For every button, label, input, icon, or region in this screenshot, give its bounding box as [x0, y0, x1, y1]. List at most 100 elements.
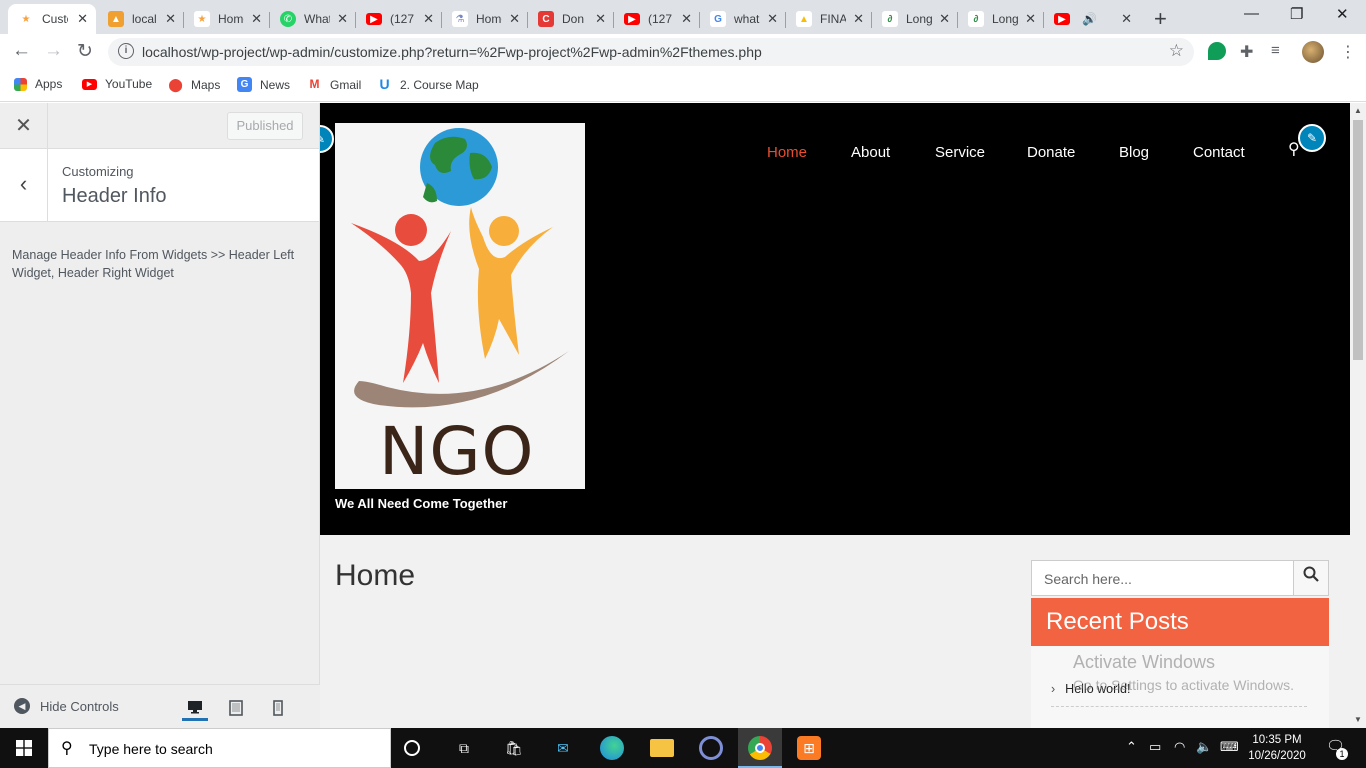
battery-icon[interactable]: ▭	[1149, 739, 1161, 755]
chevron-up-icon[interactable]: ⌃	[1126, 739, 1137, 755]
publish-button[interactable]: Published	[227, 112, 303, 140]
media-queue-icon[interactable]: ≡	[1271, 42, 1289, 60]
chrome-taskbar-button[interactable]	[738, 728, 782, 768]
tab-title: Long	[906, 12, 932, 26]
site-tagline: We All Need Come Together	[335, 496, 508, 511]
chromium-icon[interactable]	[699, 736, 723, 760]
search-input[interactable]: Search here...	[1044, 571, 1132, 587]
recent-posts-header: Recent Posts	[1031, 598, 1329, 646]
close-icon[interactable]: ✕	[853, 11, 864, 27]
close-icon[interactable]: ✕	[337, 11, 348, 27]
xampp-icon[interactable]: ⊞	[797, 736, 821, 760]
tab-whatsapp[interactable]: ✆ What ✕	[270, 4, 356, 34]
bookmark-apps[interactable]: Apps	[14, 77, 62, 91]
bookmark-youtube[interactable]: ▶ YouTube	[82, 77, 152, 91]
close-icon[interactable]: ✕	[251, 11, 262, 27]
tab-customize[interactable]: ★ Custo ✕	[8, 4, 96, 34]
tab-home[interactable]: ★ Home ✕	[184, 4, 270, 34]
nav-donate[interactable]: Donate	[1027, 144, 1075, 161]
nav-contact[interactable]: Contact	[1193, 144, 1245, 161]
menu-kebab-icon[interactable]: ⋮	[1340, 42, 1358, 61]
close-icon[interactable]: ✕	[77, 11, 88, 27]
minimize-button[interactable]: —	[1244, 5, 1259, 22]
search-widget[interactable]: Search here...	[1031, 560, 1329, 596]
nav-home[interactable]: Home	[767, 144, 807, 161]
address-bar[interactable]: i localhost/wp-project/wp-admin/customiz…	[108, 38, 1194, 66]
customizer-footer: ◀ Hide Controls	[0, 684, 320, 728]
taskbar-search[interactable]: ⚲ Type here to search	[48, 728, 391, 768]
task-view-icon[interactable]: ⧉	[452, 736, 476, 760]
tab-gfg-2[interactable]: ∂ Long ✕	[958, 4, 1044, 34]
youtube-icon: ▶	[1054, 13, 1070, 25]
reload-icon[interactable]: ↻	[77, 40, 93, 63]
nav-service[interactable]: Service	[935, 144, 985, 161]
bookmark-course-map[interactable]: U 2. Course Map	[377, 77, 479, 92]
close-window-button[interactable]: ✕	[1336, 5, 1349, 23]
edit-shortcut-menu[interactable]: ✎	[1298, 124, 1326, 152]
divider	[1051, 706, 1307, 707]
info-icon[interactable]: i	[118, 43, 134, 59]
cortana-icon[interactable]	[404, 740, 420, 756]
chrome-icon-center	[755, 743, 765, 753]
scroll-up-arrow-icon[interactable]: ▲	[1354, 106, 1362, 115]
close-icon[interactable]: ✕	[767, 11, 778, 27]
close-icon[interactable]: ✕	[0, 103, 48, 149]
tab-youtube-2[interactable]: ▶ (127 ✕	[614, 4, 700, 34]
extension-green-icon[interactable]	[1208, 42, 1226, 60]
close-icon[interactable]: ✕	[939, 11, 950, 27]
tablet-preview-icon[interactable]	[223, 695, 249, 721]
edge-icon[interactable]	[600, 736, 624, 760]
restore-button[interactable]: ❐	[1290, 5, 1303, 23]
scrollbar-thumb[interactable]	[1353, 120, 1363, 360]
tab-gfg[interactable]: ∂ Long ✕	[872, 4, 958, 34]
close-icon[interactable]: ✕	[681, 11, 692, 27]
bookmark-maps[interactable]: ⬤ Maps	[168, 77, 220, 92]
forward-arrow-icon[interactable]: →	[44, 40, 63, 62]
file-explorer-icon[interactable]	[650, 739, 674, 757]
nav-blog[interactable]: Blog	[1119, 144, 1149, 161]
tab-youtube[interactable]: ▶ (127 ✕	[356, 4, 442, 34]
tab-google[interactable]: G what ✕	[700, 4, 786, 34]
url-text[interactable]: localhost/wp-project/wp-admin/customize.…	[142, 44, 762, 60]
close-icon[interactable]: ✕	[595, 11, 606, 27]
volume-icon[interactable]: 🔈	[1196, 739, 1212, 755]
mail-icon[interactable]: ✉	[551, 736, 575, 760]
store-icon[interactable]: 🛍	[502, 736, 526, 760]
windows-start-icon[interactable]	[0, 728, 48, 768]
logo-text: NGO	[379, 413, 535, 490]
puzzle-icon[interactable]: ✚	[1240, 42, 1258, 61]
search-button[interactable]	[1293, 561, 1328, 595]
keyboard-icon[interactable]: ⌨	[1220, 739, 1239, 755]
bookmark-news[interactable]: G News	[237, 77, 290, 92]
site-logo[interactable]: NGO	[335, 123, 585, 490]
desktop-preview-icon[interactable]	[182, 695, 208, 721]
close-icon[interactable]: ✕	[1121, 11, 1132, 27]
tab-drive[interactable]: ▲ FINA ✕	[786, 4, 872, 34]
close-icon[interactable]: ✕	[509, 11, 520, 27]
bookmark-label: Apps	[35, 77, 63, 91]
tab-phpmyadmin[interactable]: ▲ local ✕	[98, 4, 184, 34]
tab-donate[interactable]: C Don ✕	[528, 4, 614, 34]
bookmark-gmail[interactable]: M Gmail	[307, 77, 361, 92]
collapse-arrow-icon: ◀	[14, 698, 30, 714]
tab-home-2[interactable]: ⚗ Home ✕	[442, 4, 528, 34]
nav-about[interactable]: About	[851, 144, 890, 161]
tab-youtube-audio[interactable]: ▶ 🔊 ✕	[1044, 4, 1140, 34]
back-arrow-icon[interactable]: ←	[12, 40, 31, 62]
close-icon[interactable]: ✕	[423, 11, 434, 27]
hide-controls-button[interactable]: ◀ Hide Controls	[14, 698, 119, 714]
scroll-down-arrow-icon[interactable]: ▼	[1354, 715, 1362, 724]
avatar[interactable]	[1302, 41, 1324, 63]
bookmark-label: News	[260, 77, 291, 92]
ngo-icon: ★	[194, 11, 210, 27]
wifi-icon[interactable]: ◠	[1174, 739, 1185, 755]
taskbar-search-text[interactable]: Type here to search	[89, 741, 213, 757]
bookmark-star-icon[interactable]: ☆	[1169, 41, 1184, 61]
tab-title: (127	[648, 12, 673, 26]
new-tab-button[interactable]: +	[1154, 6, 1167, 32]
close-icon[interactable]: ✕	[165, 11, 176, 27]
mobile-preview-icon[interactable]	[265, 695, 291, 721]
close-icon[interactable]: ✕	[1025, 11, 1036, 27]
system-clock[interactable]: 10:35 PM 10/26/2020	[1242, 732, 1312, 764]
back-chevron-icon[interactable]: ‹	[0, 149, 48, 222]
